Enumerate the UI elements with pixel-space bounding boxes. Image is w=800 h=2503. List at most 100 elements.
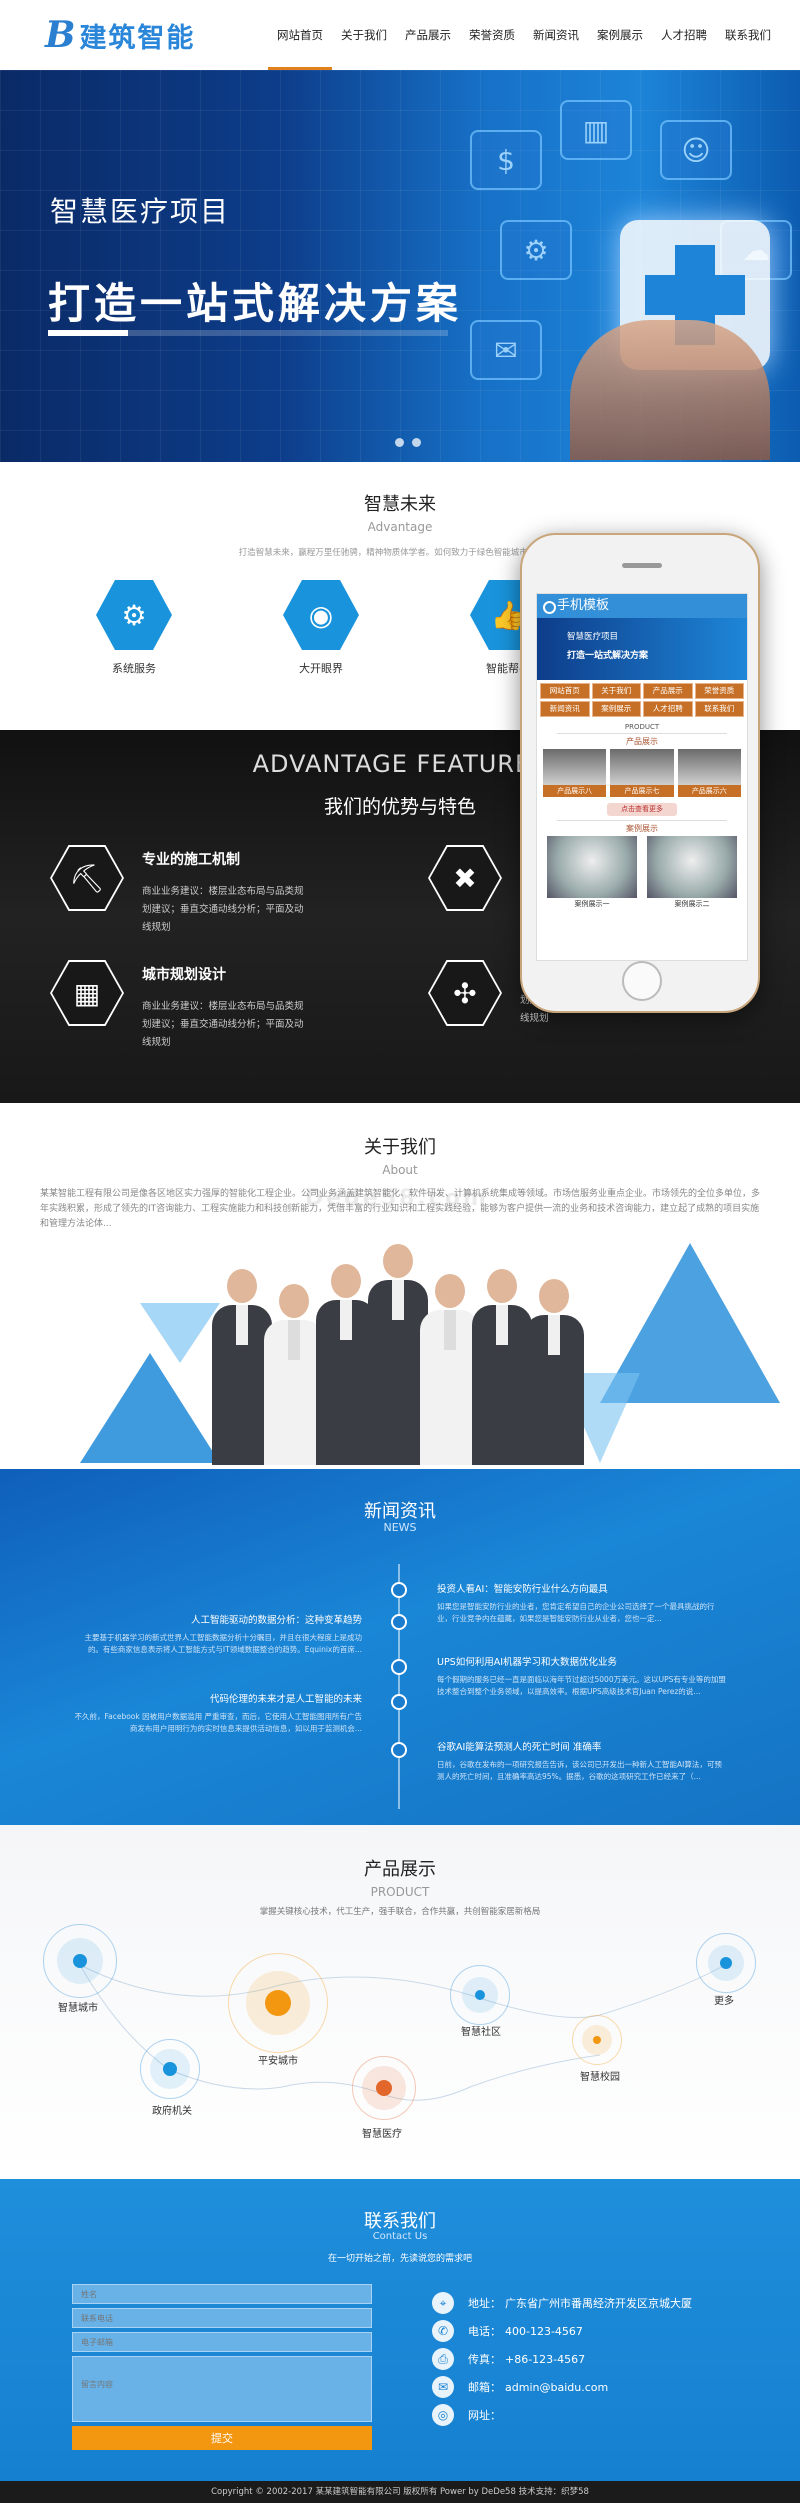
product-label[interactable]: 更多 xyxy=(714,1992,734,2007)
feature-item[interactable]: ⛏ 专业的施工机制 商业业务建议：楼层业态布局与品类规划建议；垂直交通动线分析；… xyxy=(50,845,312,937)
phone-title: 手机模板 xyxy=(537,594,747,618)
news-item-title[interactable]: 投资人看AI：智能安防行业什么方向最具 xyxy=(437,1581,727,1595)
product-orb[interactable] xyxy=(228,1953,328,2053)
contact-key: 电话： xyxy=(468,2325,501,2338)
phone-speaker xyxy=(622,563,662,568)
product-label[interactable]: 智慧社区 xyxy=(461,2023,501,2038)
product-orb[interactable] xyxy=(352,2056,416,2120)
product-orb[interactable] xyxy=(572,2015,622,2065)
message-field[interactable] xyxy=(72,2356,372,2422)
location-icon: ⌖ xyxy=(432,2292,454,2314)
contact-title: 联系我们 xyxy=(364,2211,436,2232)
phone-nav-item[interactable]: 联系我们 xyxy=(694,701,744,717)
banner-underline xyxy=(48,330,448,336)
tools-icon: ✖ xyxy=(428,845,502,911)
contact-row: ⎙ 传真： +86-123-4567 xyxy=(432,2345,692,2373)
nav-home[interactable]: 网站首页 xyxy=(268,0,332,70)
contact-row: ⌖ 地址： 广东省广州市番禺经济开发区京城大厦 xyxy=(432,2289,692,2317)
phone-icon: ✆ xyxy=(432,2320,454,2342)
phone-case-image[interactable] xyxy=(547,836,637,898)
news-item[interactable]: 代码伦理的未来才是人工智能的未来 不久前，Facebook 因被用户数据滥用 严… xyxy=(72,1691,362,1735)
product-label[interactable]: 政府机关 xyxy=(152,2102,192,2117)
email-field[interactable] xyxy=(72,2332,372,2352)
phone-case-image[interactable] xyxy=(647,836,737,898)
nav-products[interactable]: 产品展示 xyxy=(396,0,460,70)
phone-product-image[interactable] xyxy=(677,749,741,785)
phone-nav-item[interactable]: 荣誉资质 xyxy=(694,683,744,699)
phone-nav-item[interactable]: 网站首页 xyxy=(540,683,590,699)
watermark: Dede58.com xyxy=(305,1186,489,1211)
mail-icon: ✉ xyxy=(470,320,542,380)
phone-nav-item[interactable]: 案例展示 xyxy=(591,701,641,717)
chart-icon: ▥ xyxy=(560,100,632,160)
nav-about[interactable]: 关于我们 xyxy=(332,0,396,70)
about-title: 关于我们 xyxy=(364,1137,436,1158)
phone-case-images xyxy=(537,836,747,898)
phone-more-button[interactable]: 点击查看更多 xyxy=(607,803,677,816)
news-item-title[interactable]: 人工智能驱动的数据分析：这种变革趋势 xyxy=(72,1612,362,1626)
nav-news[interactable]: 新闻资讯 xyxy=(524,0,588,70)
news-item[interactable]: UPS如何利用AI机器学习和大数据优化业务 每个假期的服务已经一直是面临以海年节… xyxy=(437,1654,727,1698)
phone-case-labels: 案例展示一 案例展示二 xyxy=(537,898,747,910)
phone-nav-item[interactable]: 关于我们 xyxy=(591,683,641,699)
main-nav: 网站首页 关于我们 产品展示 荣誉资质 新闻资讯 案例展示 人才招聘 联系我们 xyxy=(268,0,780,70)
contact-form: 提交 xyxy=(72,2284,372,2450)
phone-nav-item[interactable]: 新闻资讯 xyxy=(540,701,590,717)
feature-text: 商业业务建议：楼层业态布局与品类规划建议；垂直交通动线分析；平面及动线规划 xyxy=(142,886,304,933)
news-item-title[interactable]: UPS如何利用AI机器学习和大数据优化业务 xyxy=(437,1654,727,1668)
contact-subtitle: Contact Us xyxy=(372,2231,428,2242)
product-section: 产品展示 PRODUCT 掌握关键核心技术，代工生产，强手联合，合作共赢，共创智… xyxy=(0,1825,800,2179)
product-label[interactable]: 智慧城市 xyxy=(58,1999,98,2014)
product-label[interactable]: 智慧医疗 xyxy=(362,2125,402,2140)
news-item-title[interactable]: 代码伦理的未来才是人工智能的未来 xyxy=(72,1691,362,1705)
feature-title: 城市规划设计 xyxy=(142,967,226,983)
contact-value: 400-123-4567 xyxy=(505,2324,583,2338)
slider-dot[interactable] xyxy=(395,438,404,447)
nav-honors[interactable]: 荣誉资质 xyxy=(460,0,524,70)
hero-banner[interactable]: $ ▥ ☺ ⚙ ✉ ☁ 智慧医疗项目 打造一站式解决方案 xyxy=(0,70,800,462)
product-orb[interactable] xyxy=(696,1933,756,1993)
nav-contact[interactable]: 联系我们 xyxy=(716,0,780,70)
submit-button[interactable]: 提交 xyxy=(72,2426,372,2450)
about-subtitle: About xyxy=(382,1163,418,1177)
product-label[interactable]: 智慧校园 xyxy=(580,2068,620,2083)
settings-icon: ⚙ xyxy=(500,220,572,280)
product-orb[interactable] xyxy=(450,1965,510,2025)
contact-row: ◎ 网址： xyxy=(432,2401,692,2429)
product-orb[interactable] xyxy=(43,1924,117,1998)
phone-field[interactable] xyxy=(72,2308,372,2328)
product-orb[interactable] xyxy=(140,2039,200,2099)
dollar-icon: $ xyxy=(470,130,542,190)
name-field[interactable] xyxy=(72,2284,372,2304)
news-item[interactable]: 谷歌AI能算法预测人的死亡时间 准确率 日前，谷歌在发布的一项研究报告告诉，该公… xyxy=(437,1739,727,1783)
contact-info: ⌖ 地址： 广东省广州市番禺经济开发区京城大厦 ✆ 电话： 400-123-45… xyxy=(432,2289,692,2429)
phone-product-image[interactable] xyxy=(543,749,607,785)
advantage-item-label: 大开眼界 xyxy=(299,662,343,675)
slider-dot[interactable] xyxy=(412,438,421,447)
team-photo xyxy=(188,1238,608,1469)
phone-nav-item[interactable]: 产品展示 xyxy=(643,683,693,699)
news-section: 新闻资讯 NEWS 投资人看AI：智能安防行业什么方向最具 如果您是智能安防行业… xyxy=(0,1469,800,1825)
advantage-item[interactable]: ⚙ 系统服务 xyxy=(70,580,198,676)
nav-cases[interactable]: 案例展示 xyxy=(588,0,652,70)
phone-product-label: 产品展示八 xyxy=(543,785,607,797)
timeline-dot xyxy=(391,1742,407,1758)
site-logo[interactable]: B 建筑智能 xyxy=(45,14,195,56)
news-item-text: 日前，谷歌在发布的一项研究报告告诉，该公司已开发出一种新人工智能AI算法，可预测… xyxy=(437,1760,722,1781)
news-item[interactable]: 人工智能驱动的数据分析：这种变革趋势 主要基于机器学习的新式世界人工智能数据分析… xyxy=(72,1612,363,1656)
contact-value[interactable]: admin@baidu.com xyxy=(505,2381,608,2394)
phone-nav-item[interactable]: 人才招聘 xyxy=(643,701,693,717)
timeline xyxy=(398,1564,400,1809)
product-label[interactable]: 平安城市 xyxy=(258,2052,298,2067)
news-item-text: 如果您是智能安防行业的业者，您肯定希望自己的企业公司选择了一个最具挑战的行业，行… xyxy=(437,1602,715,1623)
mail-icon: ✉ xyxy=(432,2376,454,2398)
advantage-subtitle: Advantage xyxy=(367,520,433,534)
news-item[interactable]: 投资人看AI：智能安防行业什么方向最具 如果您是智能安防行业的业者，您肯定希望自… xyxy=(437,1581,727,1625)
advantage-item[interactable]: ◉ 大开眼界 xyxy=(257,580,385,676)
news-item-text: 主要基于机器学习的新式世界人工智能数据分析十分瞩目，并且在很大程度上是成功的。有… xyxy=(84,1633,363,1654)
phone-home-button xyxy=(622,961,662,1001)
news-item-title[interactable]: 谷歌AI能算法预测人的死亡时间 准确率 xyxy=(437,1739,727,1753)
nav-jobs[interactable]: 人才招聘 xyxy=(652,0,716,70)
feature-item[interactable]: ▦ 城市规划设计 商业业务建议：楼层业态布局与品类规划建议；垂直交通动线分析；平… xyxy=(50,960,312,1052)
phone-product-image[interactable] xyxy=(610,749,674,785)
